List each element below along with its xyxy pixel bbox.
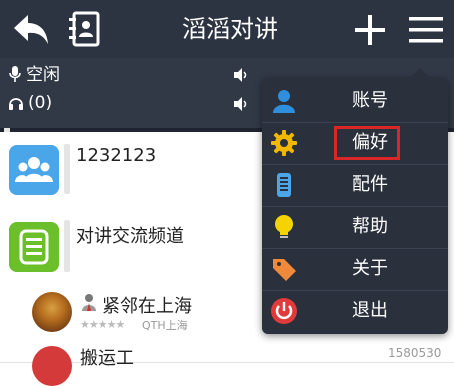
menu-icon[interactable] bbox=[406, 12, 446, 48]
title-bar: 滔滔对讲 bbox=[0, 0, 454, 58]
app-title: 滔滔对讲 bbox=[182, 15, 278, 43]
selection-highlight bbox=[334, 126, 400, 160]
menu-item-exit[interactable]: 退出 bbox=[262, 290, 448, 332]
gear-icon bbox=[271, 130, 297, 156]
avatar bbox=[32, 292, 72, 332]
tag-icon bbox=[273, 259, 296, 281]
user-name: 搬运工 bbox=[80, 348, 134, 369]
menu-caret bbox=[410, 68, 430, 78]
menu-item-accessories[interactable]: 配件 bbox=[262, 164, 448, 207]
speaker-icon[interactable] bbox=[232, 66, 250, 84]
user-row[interactable]: 搬运工 1580530 bbox=[0, 342, 454, 386]
menu-item-label: 账号 bbox=[352, 90, 388, 111]
mic-status: 空闲 bbox=[8, 62, 60, 88]
menu-item-label: 退出 bbox=[352, 300, 388, 321]
overflow-menu: 账号 偏好 配件 帮助 关于 退出 bbox=[262, 68, 448, 334]
menu-item-account[interactable]: 账号 bbox=[262, 80, 448, 123]
user-location: QTH上海 bbox=[142, 319, 188, 332]
menu-item-help[interactable]: 帮助 bbox=[262, 206, 448, 249]
headset-count: (0) bbox=[28, 93, 53, 113]
menu-item-label: 关于 bbox=[352, 258, 388, 279]
speaker-icon[interactable] bbox=[232, 95, 250, 113]
headphones-icon bbox=[9, 98, 23, 110]
power-icon bbox=[271, 298, 297, 324]
rating-stars: ★★★★★ bbox=[80, 318, 125, 331]
channel-name: 对讲交流频道 bbox=[76, 226, 184, 247]
walkie-talkie-icon bbox=[277, 173, 291, 197]
avatar bbox=[32, 346, 72, 386]
lightbulb-icon bbox=[275, 215, 293, 238]
contacts-book-icon[interactable] bbox=[66, 10, 104, 48]
channel-indicator bbox=[64, 144, 70, 194]
channel-indicator bbox=[64, 220, 70, 272]
channel-name: 1232123 bbox=[76, 145, 157, 166]
user-name: 紧邻在上海 bbox=[102, 296, 192, 317]
headset-status: (0) bbox=[8, 90, 52, 116]
group-icon bbox=[9, 145, 59, 195]
menu-item-about[interactable]: 关于 bbox=[262, 248, 448, 291]
mic-status-label: 空闲 bbox=[26, 65, 60, 85]
menu-item-label: 配件 bbox=[352, 174, 388, 195]
channel-logo-icon bbox=[9, 222, 59, 272]
user-icon bbox=[273, 90, 295, 113]
back-arrow-icon[interactable] bbox=[12, 11, 50, 47]
user-icon bbox=[82, 294, 96, 311]
user-extra: 1580530 bbox=[388, 346, 442, 360]
microphone-icon bbox=[9, 66, 21, 82]
menu-item-label: 帮助 bbox=[352, 216, 388, 237]
add-icon[interactable] bbox=[352, 12, 388, 48]
menu-item-preferences[interactable]: 偏好 bbox=[262, 122, 448, 165]
